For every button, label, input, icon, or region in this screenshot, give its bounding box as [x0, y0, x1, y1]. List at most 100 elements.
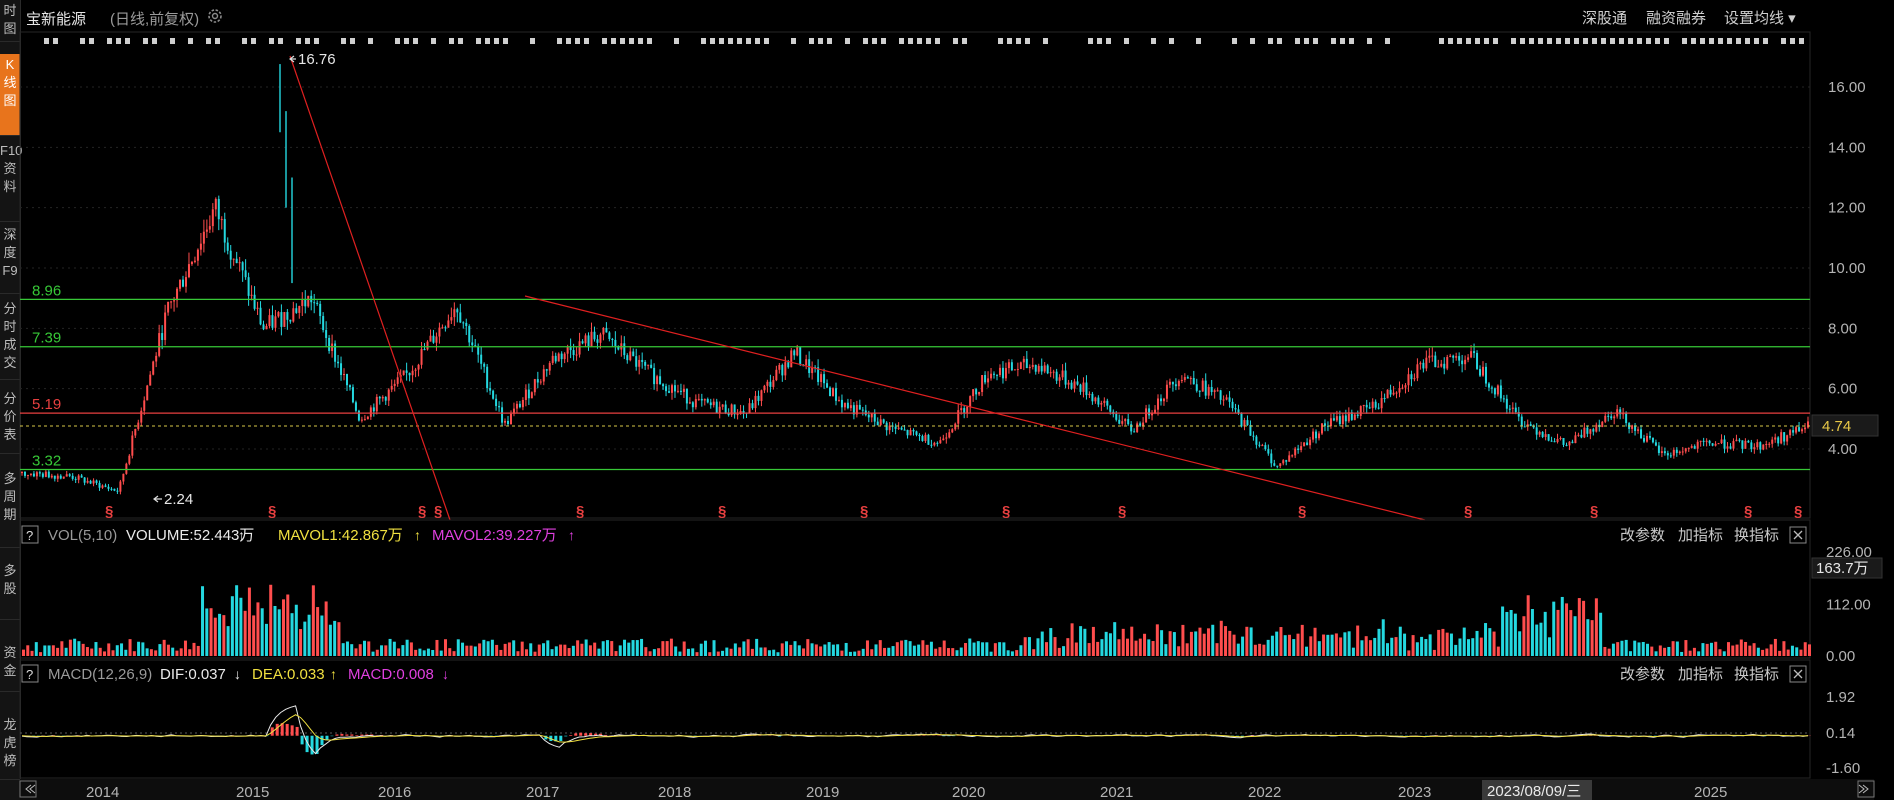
- candle-body: [670, 385, 673, 393]
- volume-bar: [1603, 646, 1607, 656]
- candle-body: [158, 333, 161, 356]
- candle-body: [843, 402, 846, 408]
- volume-edit-params-button[interactable]: 改参数: [1620, 527, 1665, 544]
- event-marker[interactable]: §: [1002, 503, 1010, 520]
- volume-bar: [1731, 645, 1735, 656]
- macd-edit-params-button[interactable]: 改参数: [1620, 666, 1665, 683]
- year-label: 2015: [236, 784, 269, 800]
- candle-body: [289, 319, 292, 322]
- candle-body: [608, 332, 611, 339]
- info-marker-dot: [206, 38, 211, 44]
- candle-body: [363, 419, 366, 421]
- price-candles[interactable]: [21, 64, 1809, 495]
- info-marker-dot: [1745, 38, 1750, 44]
- event-marker[interactable]: §: [1464, 503, 1472, 520]
- candle-body: [769, 381, 772, 387]
- price-tick-label: 14.00: [1828, 139, 1866, 156]
- candle-body: [840, 399, 843, 408]
- macd-histogram[interactable]: [22, 723, 1811, 755]
- event-marker[interactable]: §: [105, 503, 113, 520]
- info-marker-dot: [530, 38, 535, 44]
- candle-body: [268, 315, 271, 326]
- candle-body: [1476, 352, 1479, 369]
- macd-bar: [355, 735, 359, 736]
- info-marker-dot: [1754, 38, 1759, 44]
- event-marker[interactable]: §: [434, 503, 442, 520]
- volume-switch-indicator-button[interactable]: 换指标: [1734, 527, 1779, 544]
- event-marker[interactable]: §: [1298, 503, 1306, 520]
- candle-body: [1040, 365, 1043, 372]
- macd-tick-label: 0.14: [1826, 725, 1855, 742]
- event-marker[interactable]: §: [1744, 503, 1752, 520]
- volume-bar: [145, 648, 149, 656]
- candle-body: [313, 302, 316, 304]
- candle-body: [173, 300, 176, 302]
- macd-switch-indicator-button[interactable]: 换指标: [1734, 666, 1779, 683]
- candle-body: [918, 434, 921, 437]
- volume-bar: [840, 650, 844, 656]
- volume-bar: [755, 638, 759, 656]
- event-marker[interactable]: §: [1118, 503, 1126, 520]
- event-marker[interactable]: §: [268, 503, 276, 520]
- candle-body: [1383, 398, 1386, 400]
- volume-bar: [1262, 644, 1266, 656]
- candle-body: [1744, 440, 1747, 449]
- info-marker-dot: [1529, 38, 1534, 44]
- chart-canvas[interactable]: § § § § § § § § § § § § § § 8.96 7.39 5.19 3.32 16.76 2.…: [0, 0, 1894, 800]
- volume-bar: [1040, 631, 1044, 656]
- candle-body: [1231, 401, 1234, 409]
- volume-bar: [1164, 644, 1168, 656]
- volume-bar: [938, 647, 942, 656]
- event-marker[interactable]: §: [1590, 503, 1598, 520]
- volume-add-indicator-button[interactable]: 加指标: [1678, 527, 1723, 544]
- event-marker[interactable]: §: [860, 503, 868, 520]
- volume-bar: [1411, 635, 1415, 656]
- event-marker[interactable]: §: [1794, 503, 1802, 520]
- candle-body: [778, 364, 781, 370]
- info-marker-dot: [602, 38, 607, 44]
- candle-body: [536, 379, 539, 383]
- candle-body: [1717, 443, 1720, 445]
- support-resistance-lines[interactable]: 8.96 7.39 5.19 3.32: [20, 282, 1810, 471]
- volume-bar: [1624, 639, 1628, 656]
- event-marker[interactable]: §: [718, 503, 726, 520]
- info-marker-dot: [449, 38, 454, 44]
- info-marker-dot: [80, 38, 85, 44]
- candle-body: [775, 369, 778, 381]
- candle-body: [1034, 364, 1037, 372]
- candle-body: [107, 486, 110, 489]
- volume-bar: [422, 650, 426, 656]
- volume-bar: [738, 647, 742, 656]
- info-marker-dot: [413, 38, 418, 44]
- event-marker[interactable]: §: [576, 503, 584, 520]
- event-marker[interactable]: §: [418, 503, 426, 520]
- volume-bar: [328, 624, 332, 656]
- volume-bar: [763, 647, 767, 656]
- volume-bars[interactable]: [22, 584, 1811, 656]
- candle-body: [319, 303, 322, 317]
- volume-bar: [111, 650, 115, 656]
- long-trendline[interactable]: [524, 295, 1426, 521]
- info-marker-dot: [1736, 38, 1741, 44]
- candle-body: [262, 324, 265, 330]
- year-label: 2025: [1694, 784, 1727, 800]
- volume-bar: [767, 650, 771, 656]
- steep-trendline[interactable]: [289, 55, 451, 521]
- candle-body: [1595, 424, 1598, 432]
- volume-bar: [989, 651, 993, 656]
- candle-body: [271, 315, 274, 328]
- candle-body: [1571, 441, 1574, 444]
- volume-bar: [495, 644, 499, 656]
- volume-bar: [1496, 646, 1500, 656]
- candle-body: [1359, 406, 1362, 416]
- volume-bar: [712, 640, 716, 656]
- candle-body: [1303, 442, 1306, 447]
- candle-body: [1708, 440, 1711, 444]
- macd-add-indicator-button[interactable]: 加指标: [1678, 666, 1723, 683]
- price-tick-label: 4.00: [1828, 441, 1857, 458]
- candle-body: [1004, 368, 1007, 379]
- volume-bar: [1177, 646, 1181, 656]
- candle-body: [429, 335, 432, 342]
- volume-bar: [1138, 638, 1142, 656]
- year-label: 2023: [1398, 784, 1431, 800]
